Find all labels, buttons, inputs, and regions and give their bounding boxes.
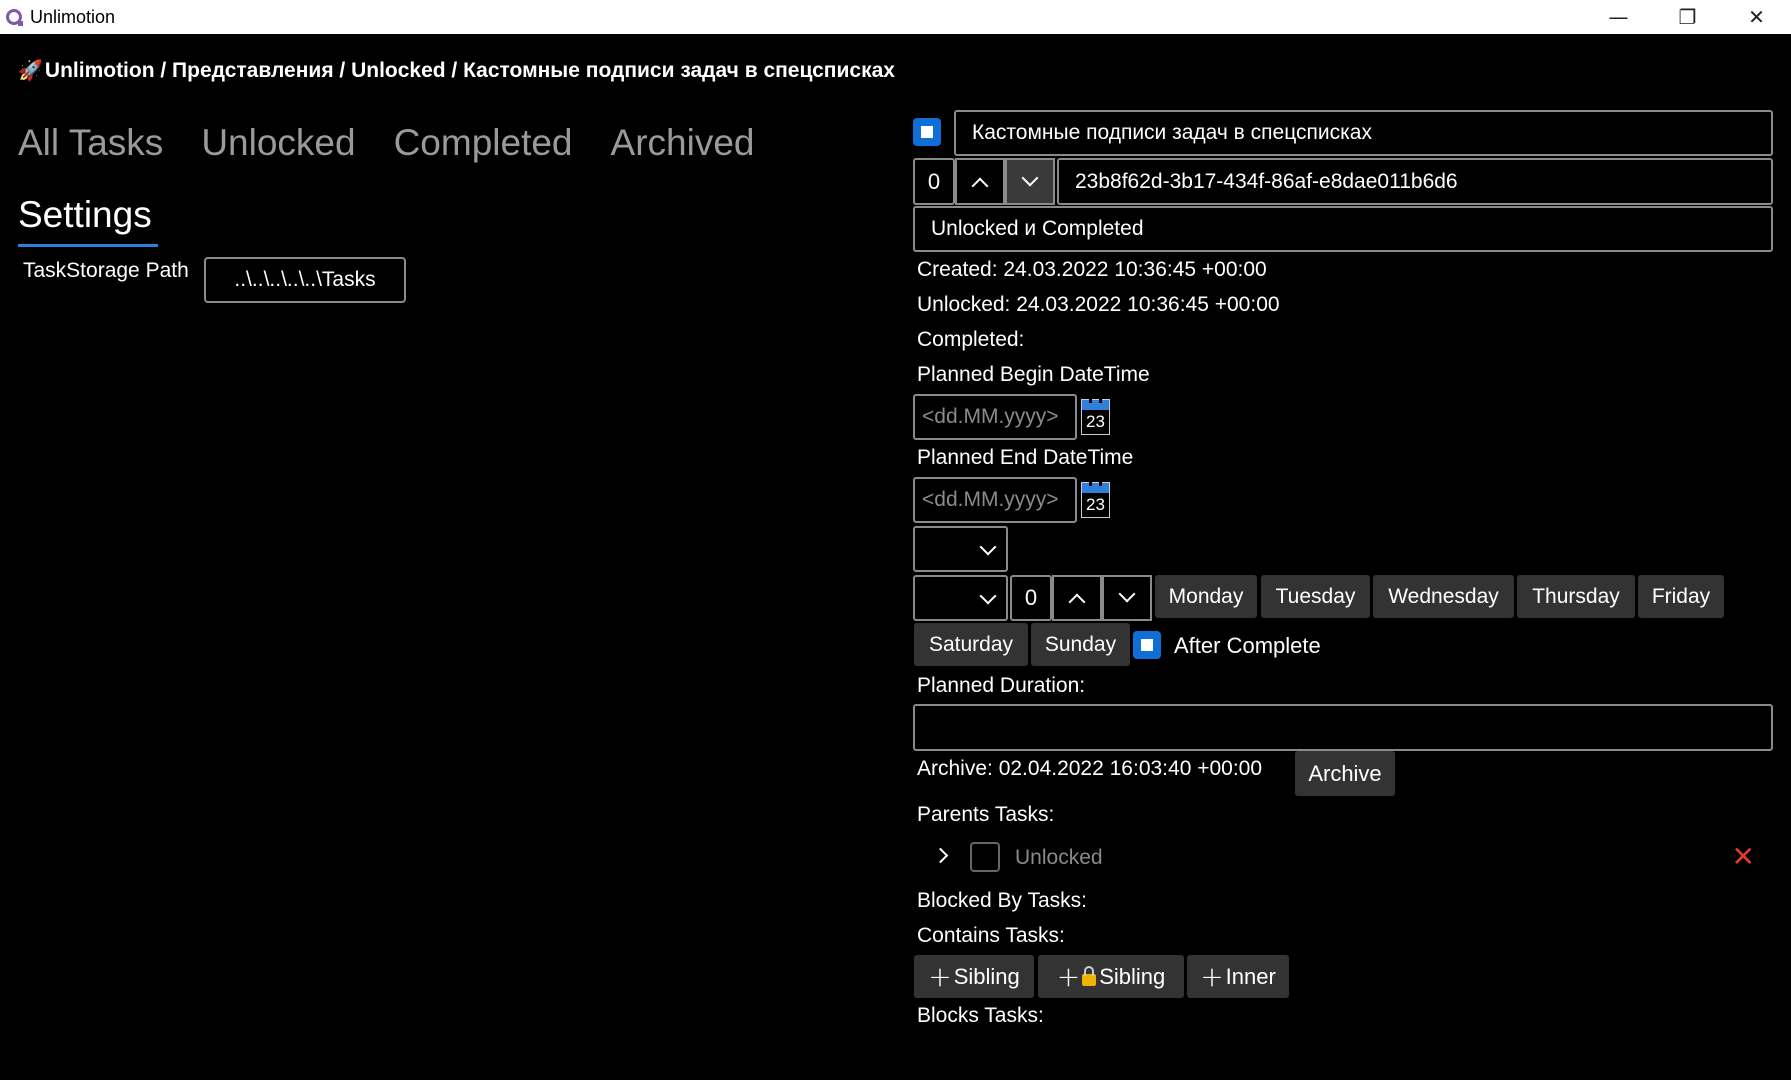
archive-timestamp: Archive: 02.04.2022 16:03:40 +00:00: [917, 757, 1263, 780]
completed-timestamp: Completed:: [917, 328, 1025, 351]
importance-value[interactable]: 0: [913, 158, 955, 205]
add-inner-button[interactable]: + Inner: [1187, 955, 1289, 998]
tab-unlocked[interactable]: Unlocked: [201, 122, 355, 164]
chevron-up-icon: [1068, 593, 1086, 611]
add-sibling-button[interactable]: + Sibling: [914, 955, 1034, 998]
title-bar: Unlimotion — ❐ ✕: [0, 0, 1791, 34]
parent-task-checkbox[interactable]: [970, 842, 1000, 872]
blocked-by-tasks-label: Blocked By Tasks:: [917, 889, 1088, 912]
add-blocked-sibling-button[interactable]: + Sibling: [1038, 955, 1184, 998]
chevron-down-icon: [1021, 169, 1039, 186]
task-title-input[interactable]: Кастомные подписи задач в спецсписках: [954, 110, 1773, 156]
repeater-type-dropdown[interactable]: [913, 526, 1008, 572]
planned-duration-input[interactable]: [913, 704, 1773, 751]
task-description-input[interactable]: Unlocked и Completed: [913, 206, 1773, 252]
importance-down-button[interactable]: [1005, 158, 1055, 205]
parent-task-title: Unlocked: [1015, 846, 1103, 869]
lock-icon: [1082, 965, 1097, 986]
importance-up-button[interactable]: [955, 158, 1005, 205]
chevron-right-icon[interactable]: [932, 847, 949, 864]
minimize-button[interactable]: —: [1584, 0, 1653, 34]
tab-settings[interactable]: Settings: [18, 194, 152, 236]
after-complete-checkbox[interactable]: [1133, 631, 1161, 659]
planned-begin-label: Planned Begin DateTime: [917, 363, 1150, 386]
task-id-field[interactable]: 23b8f62d-3b17-434f-86af-e8dae011b6d6: [1057, 158, 1773, 205]
parent-task-row[interactable]: Unlocked ✕: [930, 838, 1765, 878]
active-tab-indicator: [18, 244, 158, 247]
calendar-icon[interactable]: 23: [1081, 398, 1110, 435]
chevron-up-icon: [971, 177, 989, 194]
archive-button[interactable]: Archive: [1295, 751, 1395, 796]
calendar-icon[interactable]: 23: [1081, 481, 1110, 518]
tab-all-tasks[interactable]: All Tasks: [18, 122, 163, 164]
breadcrumb: 🚀 Unlimotion / Представления / Unlocked …: [18, 58, 895, 83]
planned-duration-label: Planned Duration:: [917, 674, 1086, 697]
restore-button[interactable]: ❐: [1653, 0, 1722, 34]
planned-end-date-input[interactable]: <dd.MM.yyyy>: [913, 477, 1077, 523]
blocks-tasks-label: Blocks Tasks:: [917, 1004, 1044, 1027]
remove-parent-icon[interactable]: ✕: [1732, 840, 1755, 873]
view-tabs: All Tasks Unlocked Completed Archived: [18, 122, 792, 164]
day-monday-toggle[interactable]: Monday: [1155, 575, 1257, 618]
window-title: Unlimotion: [30, 6, 116, 27]
planned-end-label: Planned End DateTime: [917, 446, 1134, 469]
breadcrumb-text: Unlimotion / Представления / Unlocked / …: [44, 58, 895, 82]
plus-icon: +: [1056, 959, 1081, 993]
plus-icon: +: [928, 959, 952, 993]
rocket-icon: 🚀: [18, 60, 43, 82]
repeater-period-value[interactable]: 0: [1010, 575, 1052, 621]
close-button[interactable]: ✕: [1722, 0, 1791, 34]
tab-archived[interactable]: Archived: [611, 122, 755, 164]
parents-tasks-label: Parents Tasks:: [917, 803, 1055, 826]
storage-path-button[interactable]: ..\..\..\..\..\Tasks: [204, 257, 406, 303]
created-timestamp: Created: 24.03.2022 10:36:45 +00:00: [917, 258, 1267, 281]
window-controls: — ❐ ✕: [1584, 0, 1791, 34]
repeater-period-down-button[interactable]: [1102, 575, 1152, 621]
tab-completed[interactable]: Completed: [394, 122, 573, 164]
day-saturday-toggle[interactable]: Saturday: [914, 623, 1028, 666]
day-sunday-toggle[interactable]: Sunday: [1031, 623, 1130, 666]
planned-begin-date-input[interactable]: <dd.MM.yyyy>: [913, 394, 1077, 440]
chevron-down-icon: [979, 538, 997, 556]
day-thursday-toggle[interactable]: Thursday: [1517, 575, 1635, 618]
day-friday-toggle[interactable]: Friday: [1638, 575, 1724, 618]
after-complete-label: After Complete: [1174, 633, 1321, 658]
chevron-down-icon: [979, 587, 997, 605]
unlocked-timestamp: Unlocked: 24.03.2022 10:36:45 +00:00: [917, 293, 1280, 316]
repeater-unit-dropdown[interactable]: [913, 575, 1008, 621]
chevron-down-icon: [1118, 585, 1136, 603]
app-logo-icon: [6, 9, 23, 26]
plus-icon: +: [1200, 959, 1224, 993]
repeater-period-up-button[interactable]: [1052, 575, 1102, 621]
storage-path-label: TaskStorage Path: [23, 259, 189, 282]
contains-tasks-label: Contains Tasks:: [917, 924, 1065, 947]
task-completed-checkbox[interactable]: [913, 118, 941, 146]
day-tuesday-toggle[interactable]: Tuesday: [1261, 575, 1370, 618]
day-wednesday-toggle[interactable]: Wednesday: [1373, 575, 1514, 618]
